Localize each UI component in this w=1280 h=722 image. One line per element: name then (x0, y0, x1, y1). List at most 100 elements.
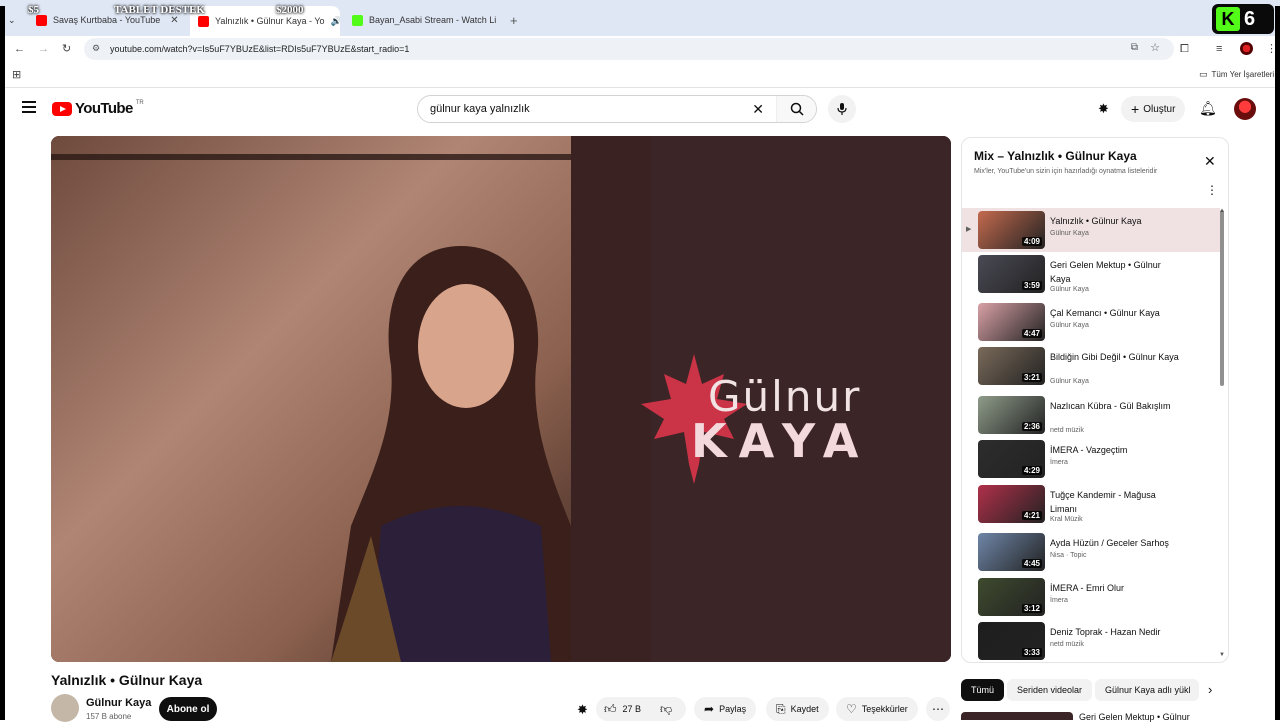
chip-series-videos[interactable]: Seriden videolar (1007, 679, 1093, 701)
channel-avatar[interactable] (51, 694, 79, 722)
singer-figure (331, 246, 591, 662)
playlist-item-thumbnail[interactable]: 3:33 (978, 622, 1045, 660)
like-count: 27 B (622, 704, 642, 714)
thanks-button[interactable]: ♡ Teşekkürler (836, 697, 918, 721)
playlist-item-thumbnail[interactable]: 3:12 (978, 578, 1045, 616)
save-button[interactable]: ⎘ Kaydet (766, 697, 829, 721)
site-info-icon[interactable]: ⚙ (92, 43, 100, 54)
address-bar[interactable]: ⚙ youtube.com/watch?v=Is5uF7YBUzE&list=R… (84, 38, 1174, 60)
browser-tab-3[interactable]: Bayan_Asabi Stream - Watch Li ✕ (352, 8, 502, 32)
playlist-item-title[interactable]: Deniz Toprak - Hazan Nedir (1050, 625, 1180, 639)
all-bookmarks-label: Tüm Yer İşaretleri (1211, 70, 1275, 79)
chip-from-channel[interactable]: Gülnur Kaya adlı yükl (1095, 679, 1199, 701)
duration-badge: 4:21 (1021, 511, 1042, 520)
premium-feature-icon[interactable]: ✸ (1098, 101, 1109, 117)
like-button[interactable]: 👍︎ 27 B (604, 702, 641, 717)
notifications-bell-icon[interactable]: 🔔︎ (1199, 100, 1217, 117)
search-input[interactable] (430, 103, 750, 115)
playlist-item-title[interactable]: Bildiğin Gibi Değil • Gülnur Kaya (1050, 350, 1180, 364)
playlist-item[interactable]: ▶ 4:09 Yalnızlık • Gülnur Kaya Gülnur Kaya (962, 208, 1220, 252)
playlist-item[interactable]: 2:36 Nazlıcan Kübra - Gül Bakışlım netd mü… (962, 393, 1220, 437)
playlist-item-thumbnail[interactable]: 4:45 (978, 533, 1045, 571)
playlist-item-channel: İmera (1050, 459, 1068, 466)
tab-title: Savaş Kurtbaba - YouTube (53, 15, 161, 25)
clear-search-icon[interactable]: ✕ (752, 101, 764, 118)
playlist-item-thumbnail[interactable]: 3:59 (978, 255, 1045, 293)
thumbs-up-icon: 👍︎ (604, 701, 617, 716)
hamburger-menu-icon[interactable] (22, 101, 36, 113)
back-icon[interactable]: ← (14, 42, 25, 56)
duration-badge: 2:36 (1021, 422, 1042, 431)
apps-grid-icon[interactable]: ⊞ (12, 68, 21, 82)
chevron-down-icon[interactable]: ⌄ (8, 15, 16, 26)
playlist-item-title[interactable]: İMERA - Vazgeçtim (1050, 443, 1180, 457)
playlist-more-icon[interactable]: ⋮ (1206, 183, 1218, 197)
all-bookmarks-button[interactable]: ▭ Tüm Yer İşaretleri (1199, 69, 1274, 80)
reload-icon[interactable]: ↻ (62, 42, 71, 56)
chip-all[interactable]: Tümü (961, 679, 1005, 701)
browser-tab-2[interactable]: Yalnızlık • Gülnur Kaya - Yo 🔊 ✕ (190, 6, 340, 36)
video-player[interactable]: Gülnur KAYA (51, 136, 951, 662)
playlist-item[interactable]: 3:12 İMERA - Emri Olur İmera (962, 575, 1220, 619)
playlist-item[interactable]: 4:29 İMERA - Vazgeçtim İmera (962, 437, 1220, 481)
audio-icon[interactable]: 🔊 (331, 16, 340, 27)
new-tab-button[interactable]: + (510, 8, 518, 32)
close-playlist-icon[interactable]: ✕ (1204, 153, 1216, 170)
duration-badge: 3:21 (1021, 373, 1042, 382)
profile-avatar[interactable] (1240, 42, 1253, 55)
bookmark-star-icon[interactable]: ☆ (1150, 41, 1160, 54)
account-avatar[interactable] (1234, 98, 1256, 120)
scroll-up-icon[interactable]: ▲ (1219, 208, 1225, 214)
browser-toolbar: ← → ↻ ⚙ youtube.com/watch?v=Is5uF7YBUzE&… (0, 36, 1280, 62)
media-control-icon[interactable]: ≡ (1216, 42, 1222, 56)
youtube-play-icon (52, 101, 72, 116)
video-brand-line2: KAYA (691, 414, 871, 468)
forward-icon[interactable]: → (38, 42, 49, 56)
youtube-logo[interactable]: YouTube TR (52, 100, 144, 117)
chips-next-chevron-icon[interactable]: › (1208, 682, 1212, 697)
extensions-icon[interactable]: ⧠ (1180, 42, 1189, 56)
country-code: TR (135, 100, 144, 106)
playlist-scrollbar[interactable] (1220, 210, 1224, 386)
playlist-item-thumbnail[interactable]: 2:36 (978, 396, 1045, 434)
more-actions-button[interactable]: ⋯ (926, 697, 950, 721)
playlist-subtitle: Mix'ler, YouTube'un sizin için hazırladı… (974, 168, 1158, 175)
playlist-item[interactable]: 4:47 Çal Kemancı • Gülnur Kaya Gülnur Kaya (962, 300, 1220, 344)
url-text[interactable]: youtube.com/watch?v=Is5uF7YBUzE&list=RDI… (110, 44, 409, 54)
voice-search-button[interactable] (828, 95, 856, 123)
playlist-item[interactable]: 4:21 Tuğçe Kandemir - Mağusa Limanı Kral M… (962, 482, 1220, 526)
playlist-item[interactable]: 4:45 Ayda Hüzün / Geceler Sarhoş Nisa · To… (962, 530, 1220, 574)
playlist-item-thumbnail[interactable]: 4:47 (978, 303, 1045, 341)
playlist-item[interactable]: 3:21 Bildiğin Gibi Değil • Gülnur Kaya Gül… (962, 344, 1220, 388)
playlist-item-title[interactable]: Tuğçe Kandemir - Mağusa Limanı (1050, 488, 1180, 516)
close-tab-icon[interactable]: ✕ (170, 15, 178, 26)
dislike-button[interactable]: 👎︎ (660, 702, 672, 717)
playlist-item-title[interactable]: Nazlıcan Kübra - Gül Bakışlım (1050, 399, 1180, 413)
next-video-thumbnail[interactable] (961, 712, 1073, 720)
cast-icon[interactable]: ⧉ (1131, 42, 1138, 53)
next-video-title[interactable]: Geri Gelen Mektup • Gülnur (1079, 712, 1190, 722)
search-button[interactable] (776, 96, 816, 122)
share-button[interactable]: ➦ Paylaş (694, 697, 757, 721)
playlist-item-title[interactable]: Çal Kemancı • Gülnur Kaya (1050, 306, 1180, 320)
playlist-item-thumbnail[interactable]: 4:21 (978, 485, 1045, 523)
tab-search-menu[interactable]: ⌄ (8, 8, 16, 32)
playlist-item-title[interactable]: İMERA - Emri Olur (1050, 581, 1180, 595)
playlist-item[interactable]: 3:33 Deniz Toprak - Hazan Nedir netd müzik (962, 619, 1220, 662)
create-button[interactable]: + Oluştur (1121, 96, 1186, 122)
playlist-item-thumbnail[interactable]: 4:29 (978, 440, 1045, 478)
playlist-item-title[interactable]: Geri Gelen Mektup • Gülnur Kaya (1050, 258, 1180, 286)
playlist-item-channel: Gülnur Kaya (1050, 286, 1089, 293)
subscribe-button[interactable]: Abone ol (159, 697, 217, 721)
playlist-title: Mix – Yalnızlık • Gülnur Kaya (974, 149, 1137, 163)
playlist-item-thumbnail[interactable]: 4:09 (978, 211, 1045, 249)
youtube-favicon-icon (36, 14, 47, 26)
playlist-item-title[interactable]: Ayda Hüzün / Geceler Sarhoş (1050, 536, 1180, 550)
playlist-item[interactable]: 3:59 Geri Gelen Mektup • Gülnur Kaya Gülnu… (962, 252, 1220, 296)
screen-border-right (1275, 6, 1280, 720)
channel-name[interactable]: Gülnur Kaya (86, 697, 151, 709)
playlist-item-thumbnail[interactable]: 3:21 (978, 347, 1045, 385)
playlist-item-title[interactable]: Yalnızlık • Gülnur Kaya (1050, 214, 1180, 228)
scroll-down-icon[interactable]: ▼ (1219, 652, 1225, 658)
premium-feature-icon[interactable]: ✸ (577, 702, 588, 718)
